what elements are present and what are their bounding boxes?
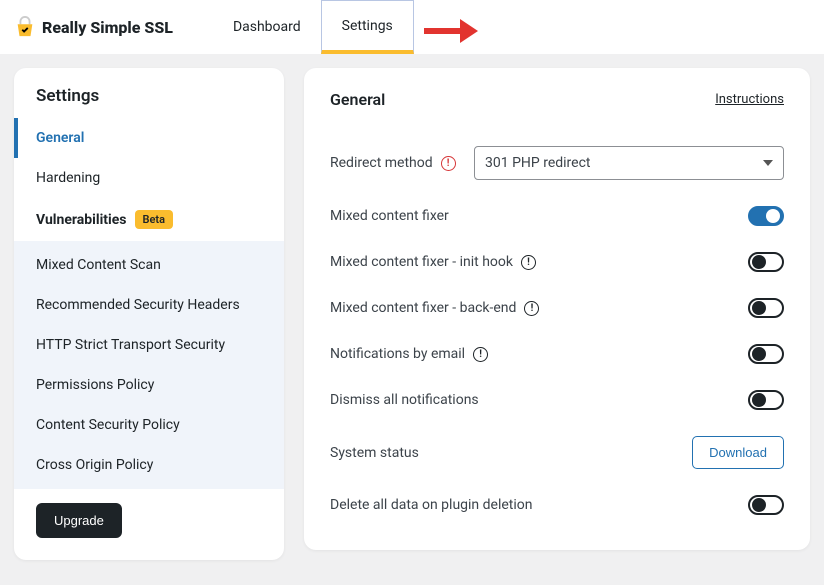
lock-shield-icon [14,16,36,38]
label-notify-email: Notifications by email [330,346,465,362]
sidebar-item-permissions-policy[interactable]: Permissions Policy [14,365,284,405]
panel-header: General Instructions [330,90,784,109]
sidebar-item-general[interactable]: General [14,118,284,158]
sidebar-item-label: Vulnerabilities [36,212,127,228]
chevron-down-icon [763,160,773,166]
toggle-notify-email[interactable] [748,344,784,364]
beta-badge: Beta [135,210,174,229]
row-notify-email: Notifications by email ! [330,331,784,377]
content-area: Settings General Hardening Vulnerabiliti… [0,54,824,574]
row-mixed-init-hook: Mixed content fixer - init hook ! [330,239,784,285]
label-mixed-back: Mixed content fixer - back-end [330,300,516,316]
callout-arrow-icon [422,7,482,47]
toggle-mixed-back[interactable] [748,298,784,318]
tab-dashboard[interactable]: Dashboard [213,0,321,54]
row-system-status: System status Download [330,423,784,482]
toggle-mixed-fixer[interactable] [748,206,784,226]
toggle-delete-data[interactable] [748,495,784,515]
sidebar-sub-group: Mixed Content Scan Recommended Security … [14,241,284,489]
sidebar-item-hardening[interactable]: Hardening [14,158,284,198]
row-dismiss-notifications: Dismiss all notifications [330,377,784,423]
sidebar-item-security-headers[interactable]: Recommended Security Headers [14,285,284,325]
info-icon[interactable]: ! [524,301,539,316]
instructions-link[interactable]: Instructions [715,92,784,107]
settings-panel: General Instructions Redirect method ! 3… [304,68,810,550]
row-mixed-content-fixer: Mixed content fixer [330,193,784,239]
sidebar-item-vulnerabilities[interactable]: Vulnerabilities Beta [14,198,284,241]
sidebar-item-hsts[interactable]: HTTP Strict Transport Security [14,325,284,365]
redirect-select[interactable]: 301 PHP redirect [474,146,784,180]
tab-settings[interactable]: Settings [321,0,414,54]
label-dismiss: Dismiss all notifications [330,392,479,408]
label-delete-data: Delete all data on plugin deletion [330,497,532,513]
app-header: Really Simple SSL Dashboard Settings [0,0,824,54]
warning-icon[interactable]: ! [441,156,456,171]
upgrade-button[interactable]: Upgrade [36,503,122,538]
panel-title: General [330,90,385,109]
brand-name: Really Simple SSL [42,18,173,37]
label-system-status: System status [330,445,419,461]
select-value: 301 PHP redirect [485,155,591,171]
label-mixed-fixer: Mixed content fixer [330,208,449,224]
label-redirect: Redirect method [330,155,433,171]
settings-sidebar: Settings General Hardening Vulnerabiliti… [14,68,284,560]
toggle-dismiss-all[interactable] [748,390,784,410]
toggle-mixed-init[interactable] [748,252,784,272]
row-mixed-backend: Mixed content fixer - back-end ! [330,285,784,331]
sidebar-item-cop[interactable]: Cross Origin Policy [14,445,284,485]
sidebar-item-csp[interactable]: Content Security Policy [14,405,284,445]
info-icon[interactable]: ! [473,347,488,362]
label-mixed-init: Mixed content fixer - init hook [330,254,513,270]
info-icon[interactable]: ! [521,255,536,270]
row-delete-data: Delete all data on plugin deletion [330,482,784,528]
row-redirect-method: Redirect method ! 301 PHP redirect [330,133,784,193]
sidebar-item-mixed-content-scan[interactable]: Mixed Content Scan [14,245,284,285]
sidebar-title: Settings [14,86,284,118]
download-button[interactable]: Download [692,436,784,469]
brand-logo: Really Simple SSL [14,16,173,38]
